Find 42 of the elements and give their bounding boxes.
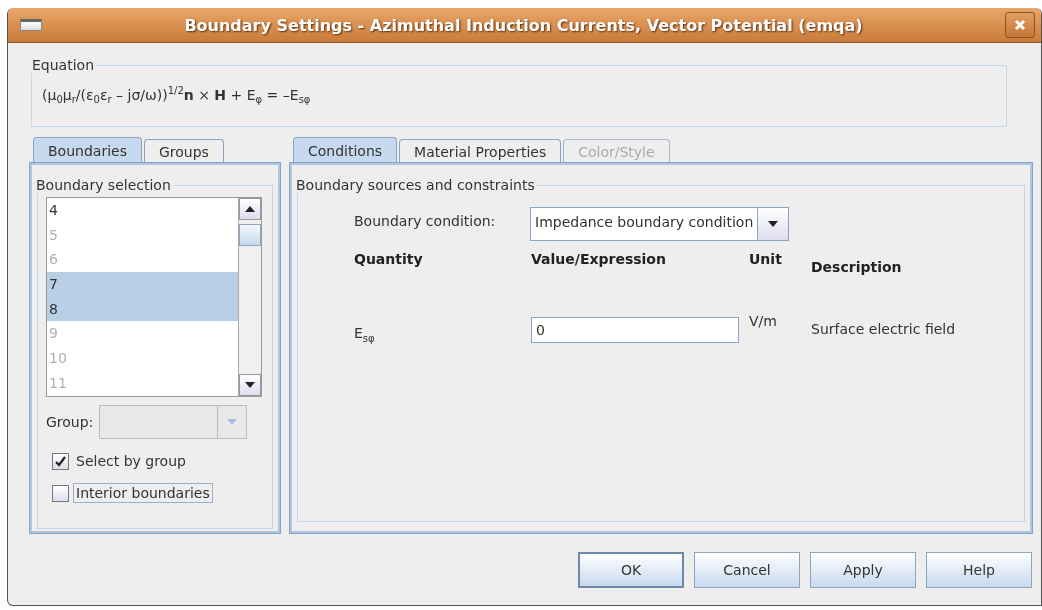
group-label: Equation (31, 57, 95, 73)
tab[interactable]: Material Properties (399, 139, 562, 163)
down-arrow-icon (227, 419, 238, 425)
tab[interactable]: Conditions (293, 137, 398, 163)
unit-text: V/m (749, 313, 778, 331)
column-header: Description (811, 259, 903, 275)
window-menu-icon[interactable] (20, 19, 42, 31)
down-arrow-icon (245, 382, 255, 388)
up-arrow-icon (245, 206, 255, 212)
group-label: Boundary selection (35, 177, 172, 193)
checkbox-label[interactable]: Select by group (73, 451, 189, 471)
value-field[interactable]: 0 (531, 317, 739, 343)
column-header: Quantity (354, 251, 424, 269)
column-header: Value/Expression (531, 251, 667, 269)
checkbox[interactable] (52, 452, 69, 470)
close-icon (1014, 19, 1026, 31)
field-label: Boundary condition: (354, 213, 497, 229)
list-item[interactable]: 7 (47, 272, 238, 297)
scroll-up-button[interactable] (239, 198, 261, 220)
group-label: Boundary sources and constraints (295, 177, 536, 193)
column-header: Unit (749, 251, 783, 269)
group-field-label: Group: (46, 414, 94, 430)
list-item[interactable]: 8 (47, 296, 238, 322)
tab[interactable]: Groups (143, 139, 224, 163)
quantity-symbol: E$_{sφ}$ (354, 325, 376, 344)
list-item[interactable]: 4 (47, 198, 238, 223)
dialog-button[interactable]: Help (926, 552, 1032, 588)
close-button[interactable] (1005, 12, 1035, 38)
tab[interactable]: Boundaries (33, 137, 142, 163)
scroll-down-button[interactable] (239, 374, 261, 396)
window-title: Boundary Settings - Azimuthal Induction Currents, Vector Potential (emqa) (183, 15, 864, 35)
checkbox-label[interactable]: Interior boundaries (73, 483, 213, 503)
scrollbar[interactable] (238, 198, 261, 396)
dialog-button[interactable]: Cancel (694, 552, 800, 588)
condition-dropdown[interactable]: Impedance boundary condition (530, 207, 790, 241)
description-text: Surface electric field (811, 321, 957, 339)
scroll-thumb[interactable] (239, 224, 261, 246)
down-arrow-icon (768, 221, 779, 227)
dialog-button[interactable]: Apply (810, 552, 916, 588)
equation-text: (μ$_{0}$μ$_{r}$/(ε$_{0}$ε$_{r}$ – jσ/ω))$^{1/2}$n × H + E$_{φ}$ = –E$_{sφ}$ (42, 85, 311, 106)
dialog-button[interactable]: OK (578, 552, 684, 588)
checkbox[interactable] (52, 484, 69, 502)
